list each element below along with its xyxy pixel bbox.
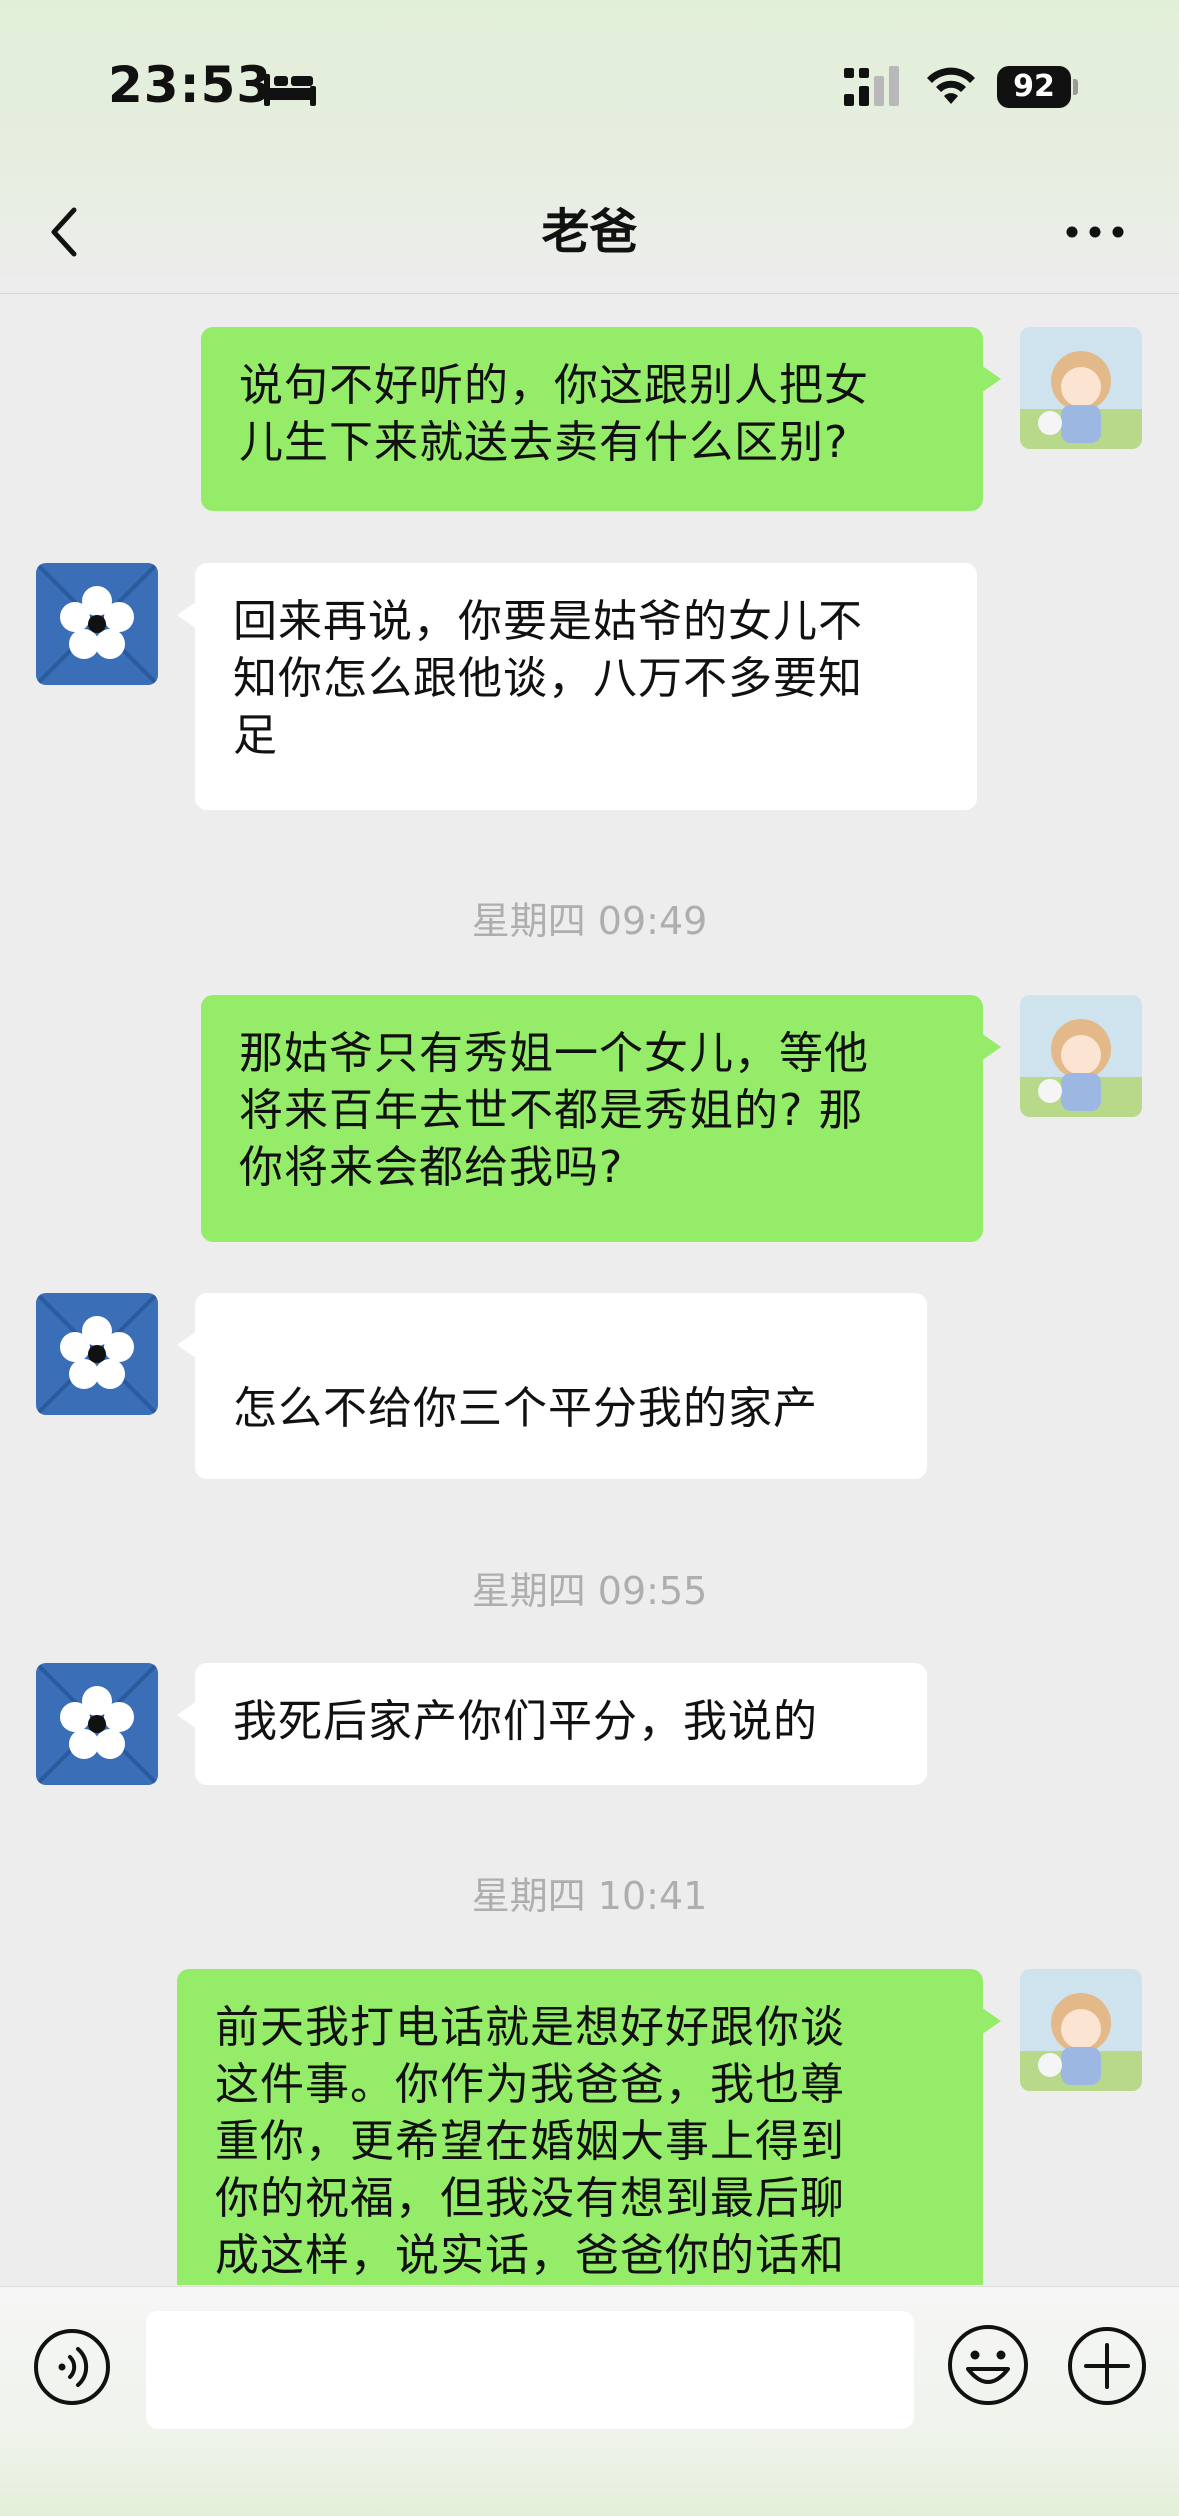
message-input[interactable]	[146, 2311, 914, 2429]
incoming-message[interactable]: 我死后家产你们平分，我说的	[177, 1663, 927, 1785]
contact-avatar[interactable]	[36, 1293, 158, 1415]
incoming-message[interactable]: 回来再说，你要是姑爷的女儿不 知你怎么跟他谈，八万不多要知 足	[177, 563, 977, 810]
outgoing-message[interactable]: 说句不好听的，你这跟别人把女 儿生下来就送去卖有什么区别?	[201, 327, 1001, 511]
wifi-icon	[927, 67, 975, 104]
sleep-focus-icon	[264, 74, 316, 106]
my-avatar[interactable]	[1020, 327, 1142, 449]
my-avatar[interactable]	[1020, 995, 1142, 1117]
status-time: 23:53	[108, 56, 273, 114]
emoji-icon[interactable]	[946, 2323, 1030, 2407]
incoming-message[interactable]: 怎么不给你三个平分我的家产	[177, 1293, 927, 1479]
outgoing-message[interactable]: 那姑爷只有秀姐一个女儿，等他 将来百年去世不都是秀姐的? 那 你将来会都给我吗?	[201, 995, 1001, 1242]
plus-icon[interactable]	[1066, 2325, 1148, 2407]
message-list: 说句不好听的，你这跟别人把女 儿生下来就送去卖有什么区别? 回来再说，你要是姑爷…	[0, 295, 1179, 2285]
battery-indicator: 92	[997, 66, 1078, 108]
status-bar: 23:53 92	[0, 0, 1179, 170]
battery-level: 92	[997, 66, 1071, 108]
voice-icon[interactable]	[32, 2327, 112, 2407]
outgoing-message[interactable]: 前天我打电话就是想好好跟你谈 这件事。你作为我爸爸，我也尊 重你，更希望在婚姻大…	[177, 1969, 1001, 2285]
more-icon[interactable]	[1062, 212, 1128, 252]
input-bar	[0, 2286, 1179, 2516]
chat-screen: 23:53 92 老爸 说句不好听的，你这跟别人把女 儿生下来就送去卖有什么区别…	[0, 0, 1179, 2516]
top-area: 23:53 92 老爸	[0, 0, 1179, 294]
message-timestamp: 星期四 09:55	[471, 1569, 708, 1613]
chat-title: 老爸	[541, 204, 638, 260]
contact-avatar[interactable]	[36, 563, 158, 685]
contact-avatar[interactable]	[36, 1663, 158, 1785]
battery-cap	[1073, 79, 1078, 95]
message-timestamp: 星期四 10:41	[471, 1874, 708, 1918]
nav-bar: 老爸	[0, 170, 1179, 294]
cellular-signal-icon	[844, 66, 899, 106]
message-timestamp: 星期四 09:49	[471, 899, 708, 943]
my-avatar[interactable]	[1020, 1969, 1142, 2091]
